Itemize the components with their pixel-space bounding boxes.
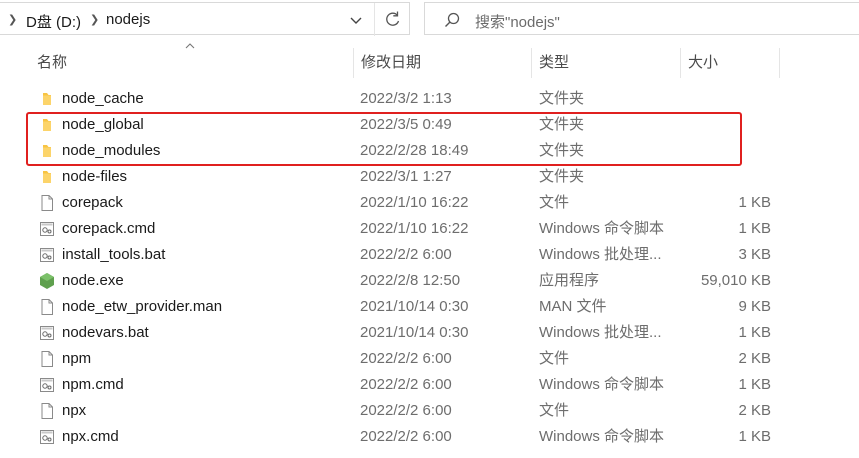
file-name: npm	[62, 350, 92, 367]
file-name: npx	[62, 402, 87, 419]
file-row[interactable]: npm.cmd 2022/2/2 6:00 Windows 命令脚本 1 KB	[0, 372, 859, 398]
file-type: Windows 批处理...	[539, 246, 662, 263]
file-row[interactable]: node-files 2022/3/1 1:27 文件夹	[0, 164, 859, 190]
file-name: node_etw_provider.man	[62, 298, 223, 315]
file-type: 文件夹	[539, 90, 585, 107]
file-row[interactable]: install_tools.bat 2022/2/2 6:00 Windows 批处…	[0, 242, 859, 268]
folder-icon	[38, 168, 56, 186]
file-date: 2022/3/1 1:27	[360, 168, 452, 185]
column-header-type[interactable]: 类型	[539, 48, 674, 78]
chevron-right-icon[interactable]: ❯	[8, 13, 17, 26]
folder-icon	[38, 90, 56, 108]
file-date: 2021/10/14 0:30	[360, 324, 469, 341]
search-input[interactable]: 搜索"nodejs"	[475, 11, 560, 32]
file-type: Windows 批处理...	[539, 324, 662, 341]
highlight-box	[26, 112, 742, 166]
file-size: 1 KB	[738, 376, 771, 393]
search-box[interactable]: 搜索"nodejs"	[424, 2, 859, 35]
file-name: install_tools.bat	[62, 246, 166, 263]
file-size: 1 KB	[738, 428, 771, 445]
script-icon	[38, 246, 56, 264]
column-header-date[interactable]: 修改日期	[361, 48, 526, 78]
file-row[interactable]: npx.cmd 2022/2/2 6:00 Windows 命令脚本 1 KB	[0, 424, 859, 450]
file-icon	[38, 402, 56, 420]
file-name: node-files	[62, 168, 128, 185]
file-name: node.exe	[62, 272, 124, 289]
file-date: 2022/3/2 1:13	[360, 90, 452, 107]
file-type: 文件	[539, 350, 570, 367]
file-size: 1 KB	[738, 220, 771, 237]
file-name: npm.cmd	[62, 376, 124, 393]
file-date: 2021/10/14 0:30	[360, 298, 469, 315]
script-icon	[38, 324, 56, 342]
file-row[interactable]: node.exe 2022/2/8 12:50 应用程序 59,010 KB	[0, 268, 859, 294]
column-header-size[interactable]: 大小	[688, 48, 773, 78]
file-name: nodevars.bat	[62, 324, 149, 341]
chevron-right-icon[interactable]: ❯	[90, 13, 99, 26]
column-divider[interactable]	[680, 48, 681, 78]
search-icon	[445, 12, 460, 27]
column-divider[interactable]	[531, 48, 532, 78]
file-size: 59,010 KB	[700, 272, 771, 289]
file-date: 2022/2/2 6:00	[360, 402, 452, 419]
file-name: npx.cmd	[62, 428, 119, 445]
file-name: node_cache	[62, 90, 144, 107]
file-date: 2022/2/2 6:00	[360, 350, 452, 367]
address-bar[interactable]: ❯ D盘 (D:) ❯ nodejs	[0, 2, 410, 36]
file-type: MAN 文件	[539, 298, 607, 315]
file-row[interactable]: npm 2022/2/2 6:00 文件 2 KB	[0, 346, 859, 372]
file-row[interactable]: node_etw_provider.man 2021/10/14 0:30 MAN …	[0, 294, 859, 320]
refresh-icon	[386, 11, 400, 26]
file-size: 2 KB	[738, 402, 771, 419]
script-icon	[38, 220, 56, 238]
file-name: corepack.cmd	[62, 220, 156, 237]
file-date: 2022/2/8 12:50	[360, 272, 461, 289]
chevron-down-icon[interactable]	[346, 13, 366, 29]
file-type: 文件	[539, 194, 570, 211]
file-row[interactable]: nodevars.bat 2021/10/14 0:30 Windows 批处理..…	[0, 320, 859, 346]
file-type: Windows 命令脚本	[539, 428, 665, 445]
file-size: 3 KB	[738, 246, 771, 263]
file-date: 2022/2/2 6:00	[360, 428, 452, 445]
file-type: 应用程序	[539, 272, 600, 289]
script-icon	[38, 428, 56, 446]
refresh-button[interactable]	[374, 3, 410, 36]
breadcrumb-drive[interactable]: D盘 (D:)	[26, 11, 81, 32]
column-divider[interactable]	[353, 48, 354, 78]
file-type: Windows 命令脚本	[539, 220, 665, 237]
file-date: 2022/2/2 6:00	[360, 246, 452, 263]
file-size: 9 KB	[738, 298, 771, 315]
node-exe-icon	[38, 272, 56, 290]
toolbar: ❯ D盘 (D:) ❯ nodejs 搜索"nodejs"	[0, 0, 859, 38]
column-divider[interactable]	[779, 48, 780, 78]
file-icon	[38, 350, 56, 368]
file-type: 文件夹	[539, 168, 585, 185]
file-size: 1 KB	[738, 324, 771, 341]
script-icon	[38, 376, 56, 394]
column-header-name[interactable]: 名称	[37, 48, 352, 78]
file-name: corepack	[62, 194, 123, 211]
file-type: 文件	[539, 402, 570, 419]
file-size: 2 KB	[738, 350, 771, 367]
file-row[interactable]: npx 2022/2/2 6:00 文件 2 KB	[0, 398, 859, 424]
file-row[interactable]: corepack.cmd 2022/1/10 16:22 Windows 命令脚本 1…	[0, 216, 859, 242]
file-date: 2022/1/10 16:22	[360, 194, 469, 211]
file-row[interactable]: corepack 2022/1/10 16:22 文件 1 KB	[0, 190, 859, 216]
breadcrumb-folder[interactable]: nodejs	[106, 11, 150, 28]
file-date: 2022/1/10 16:22	[360, 220, 469, 237]
file-size: 1 KB	[738, 194, 771, 211]
file-type: Windows 命令脚本	[539, 376, 665, 393]
file-row[interactable]: node_cache 2022/3/2 1:13 文件夹	[0, 86, 859, 112]
file-icon	[38, 298, 56, 316]
file-icon	[38, 194, 56, 212]
file-date: 2022/2/2 6:00	[360, 376, 452, 393]
